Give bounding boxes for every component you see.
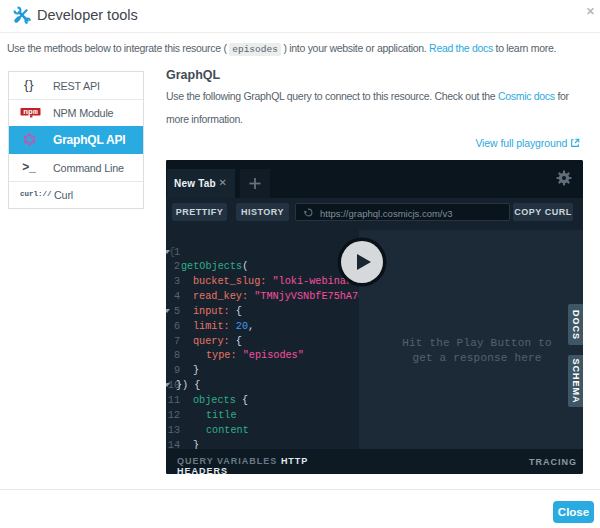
svg-text:npm: npm	[23, 107, 38, 116]
